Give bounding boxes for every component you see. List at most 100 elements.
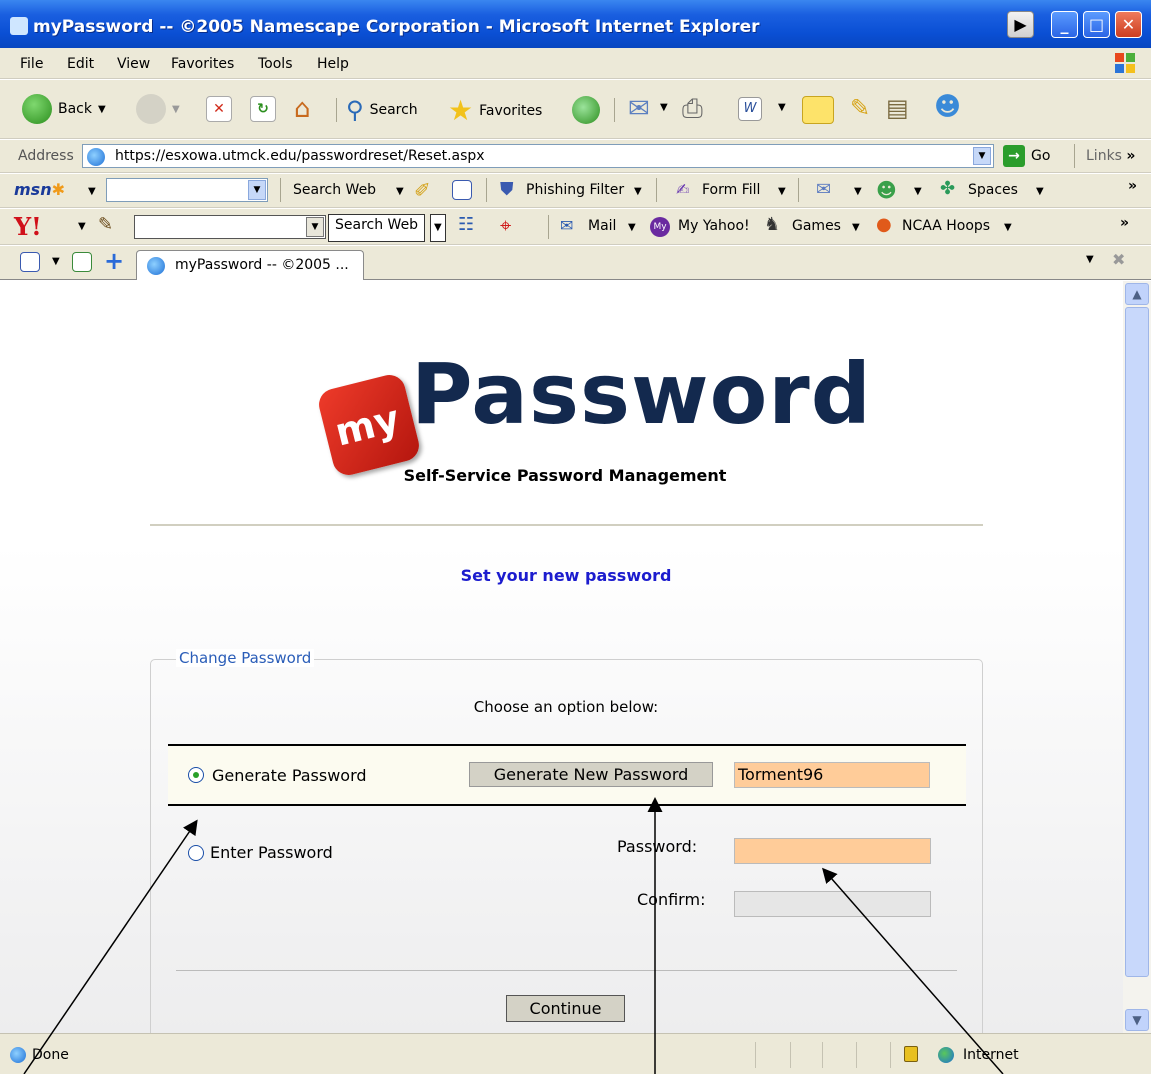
vertical-scrollbar[interactable]: ▲ ▼ — [1123, 281, 1151, 1033]
links-button[interactable]: Links » — [1086, 148, 1135, 164]
generate-new-password-button[interactable]: Generate New Password — [469, 762, 713, 787]
menu-edit[interactable]: Edit — [67, 56, 94, 72]
yahoo-logo[interactable]: Y! — [14, 212, 42, 241]
confirm-input[interactable] — [734, 891, 931, 917]
status-divider — [856, 1042, 857, 1068]
stop-icon[interactable]: ✕ — [206, 96, 232, 122]
phishing-filter-button[interactable]: Phishing Filter — [526, 182, 624, 198]
search-button[interactable]: ⚲ Search — [346, 96, 418, 124]
continue-button[interactable]: Continue — [506, 995, 625, 1022]
msn-logo[interactable]: msn✱ — [14, 180, 65, 199]
yahoo-search-dropdown-icon[interactable]: ▼ — [306, 217, 324, 237]
forward-arrow-icon — [136, 94, 166, 124]
favorites-button[interactable]: ★ Favorites — [448, 94, 542, 127]
quick-tabs-icon[interactable] — [20, 252, 40, 272]
games-button[interactable]: Games — [792, 218, 841, 234]
yahoo-mail-dropdown-icon[interactable]: ▼ — [628, 222, 636, 233]
yahoo-search-input[interactable]: ▼ — [134, 215, 326, 239]
history-icon[interactable] — [572, 96, 600, 124]
msn-search-input[interactable]: ▼ — [106, 178, 268, 202]
go-button[interactable]: → Go — [1003, 145, 1050, 167]
games-dropdown-icon[interactable]: ▼ — [852, 222, 860, 233]
edit-dropdown-icon[interactable]: ▼ — [778, 102, 786, 113]
enter-password-radio[interactable] — [188, 845, 204, 861]
yahoo-search-web-button[interactable]: Search Web — [328, 214, 426, 242]
menu-favorites[interactable]: Favorites — [171, 56, 234, 72]
yahoo-dropdown-icon[interactable]: ▼ — [78, 221, 86, 232]
generate-password-label: Generate Password — [212, 766, 367, 785]
scroll-up-icon[interactable]: ▲ — [1125, 283, 1149, 305]
lock-icon[interactable] — [904, 1046, 918, 1062]
home-icon[interactable]: ⌂ — [294, 94, 311, 124]
menu-help[interactable]: Help — [317, 56, 349, 72]
forward-dropdown-icon[interactable]: ▼ — [172, 104, 180, 115]
back-dropdown-icon[interactable]: ▼ — [98, 104, 106, 115]
tab-bar: ▼ + myPassword -- ©2005 ... ▼ ✖ — [0, 246, 1151, 280]
print-icon[interactable]: ⎙ — [682, 94, 703, 125]
messenger-icon[interactable]: ☻ — [934, 92, 961, 122]
scroll-thumb[interactable] — [1125, 307, 1149, 977]
spaces-dropdown-icon[interactable]: ▼ — [1036, 186, 1044, 197]
yahoo-mail-button[interactable]: Mail — [588, 218, 616, 234]
ncaa-hoops-button[interactable]: NCAA Hoops — [902, 218, 990, 234]
msn-chevron-icon[interactable]: » — [1128, 178, 1137, 194]
toolbar-separator — [1074, 144, 1075, 168]
library-icon[interactable]: ▤ — [886, 94, 909, 122]
popup-blocker-icon[interactable] — [452, 180, 472, 200]
research-icon[interactable]: ✎ — [850, 94, 870, 122]
mail-icon[interactable]: ✉ — [628, 94, 650, 124]
maximize-button[interactable]: □ — [1083, 11, 1110, 38]
minimize-button[interactable]: _ — [1051, 11, 1078, 38]
menu-file[interactable]: File — [20, 56, 43, 72]
menu-view[interactable]: View — [117, 56, 150, 72]
forward-button[interactable]: ▼ — [136, 94, 180, 124]
msn-mail-dropdown-icon[interactable]: ▼ — [854, 186, 862, 197]
my-yahoo-button[interactable]: My Yahoo! — [678, 218, 750, 234]
close-tab-icon[interactable]: ✖ — [1112, 250, 1125, 269]
word-edit-icon[interactable]: W — [738, 97, 762, 121]
ncaa-dropdown-icon[interactable]: ▼ — [1004, 222, 1012, 233]
pencil-icon[interactable]: ✎ — [98, 214, 113, 235]
add-tab-icon[interactable]: + — [104, 247, 124, 275]
yahoo-search-options-icon[interactable]: ▼ — [430, 214, 446, 242]
logo-badge: my — [315, 371, 423, 479]
refresh-icon[interactable]: ↻ — [250, 96, 276, 122]
highlight-icon[interactable]: ✐ — [414, 178, 431, 202]
password-input[interactable] — [734, 838, 931, 864]
msn-search-dropdown-icon[interactable]: ▼ — [248, 180, 266, 200]
menu-tools[interactable]: Tools — [258, 56, 293, 72]
phishing-dropdown-icon[interactable]: ▼ — [634, 186, 642, 197]
status-divider — [790, 1042, 791, 1068]
generated-password-field[interactable]: Torment96 — [734, 762, 930, 788]
confirm-label: Confirm: — [637, 890, 706, 909]
form-fill-dropdown-icon[interactable]: ▼ — [778, 186, 786, 197]
status-bar: Done Internet — [0, 1033, 1151, 1074]
msn-search-dropdown-icon[interactable]: ▼ — [396, 186, 404, 197]
note-icon[interactable] — [802, 96, 834, 124]
msn-messenger-dropdown-icon[interactable]: ▼ — [914, 186, 922, 197]
tab-mypassword[interactable]: myPassword -- ©2005 ... — [136, 250, 364, 280]
tab-icon[interactable] — [72, 252, 92, 272]
toolbar-separator — [548, 215, 549, 239]
address-input[interactable]: https://esxowa.utmck.edu/passwordreset/R… — [82, 144, 994, 168]
target-icon[interactable]: ⌖ — [500, 213, 511, 237]
msn-mail-icon[interactable]: ✉ — [816, 179, 831, 200]
tab-list-dropdown-icon[interactable]: ▼ — [52, 256, 60, 267]
media-play-button[interactable]: ▶ — [1007, 11, 1034, 38]
msn-messenger-icon[interactable]: ☻ — [876, 178, 897, 202]
generate-password-radio[interactable] — [188, 767, 204, 783]
menu-bar: File Edit View Favorites Tools Help — [0, 48, 1151, 79]
scroll-down-icon[interactable]: ▼ — [1125, 1009, 1149, 1031]
back-button[interactable]: Back ▼ — [22, 94, 106, 124]
msn-dropdown-icon[interactable]: ▼ — [88, 186, 96, 197]
address-dropdown-icon[interactable]: ▼ — [973, 147, 991, 165]
msn-search-web-button[interactable]: Search Web — [293, 182, 376, 198]
close-button[interactable]: ✕ — [1115, 11, 1142, 38]
mail-dropdown-icon[interactable]: ▼ — [660, 102, 668, 113]
tab-options-dropdown-icon[interactable]: ▼ — [1086, 254, 1094, 265]
layout-icon[interactable]: ☷ — [458, 214, 474, 235]
form-fill-button[interactable]: Form Fill — [702, 182, 760, 198]
spaces-button[interactable]: Spaces — [968, 182, 1018, 198]
go-label: Go — [1031, 148, 1051, 164]
yahoo-chevron-icon[interactable]: » — [1120, 215, 1129, 231]
